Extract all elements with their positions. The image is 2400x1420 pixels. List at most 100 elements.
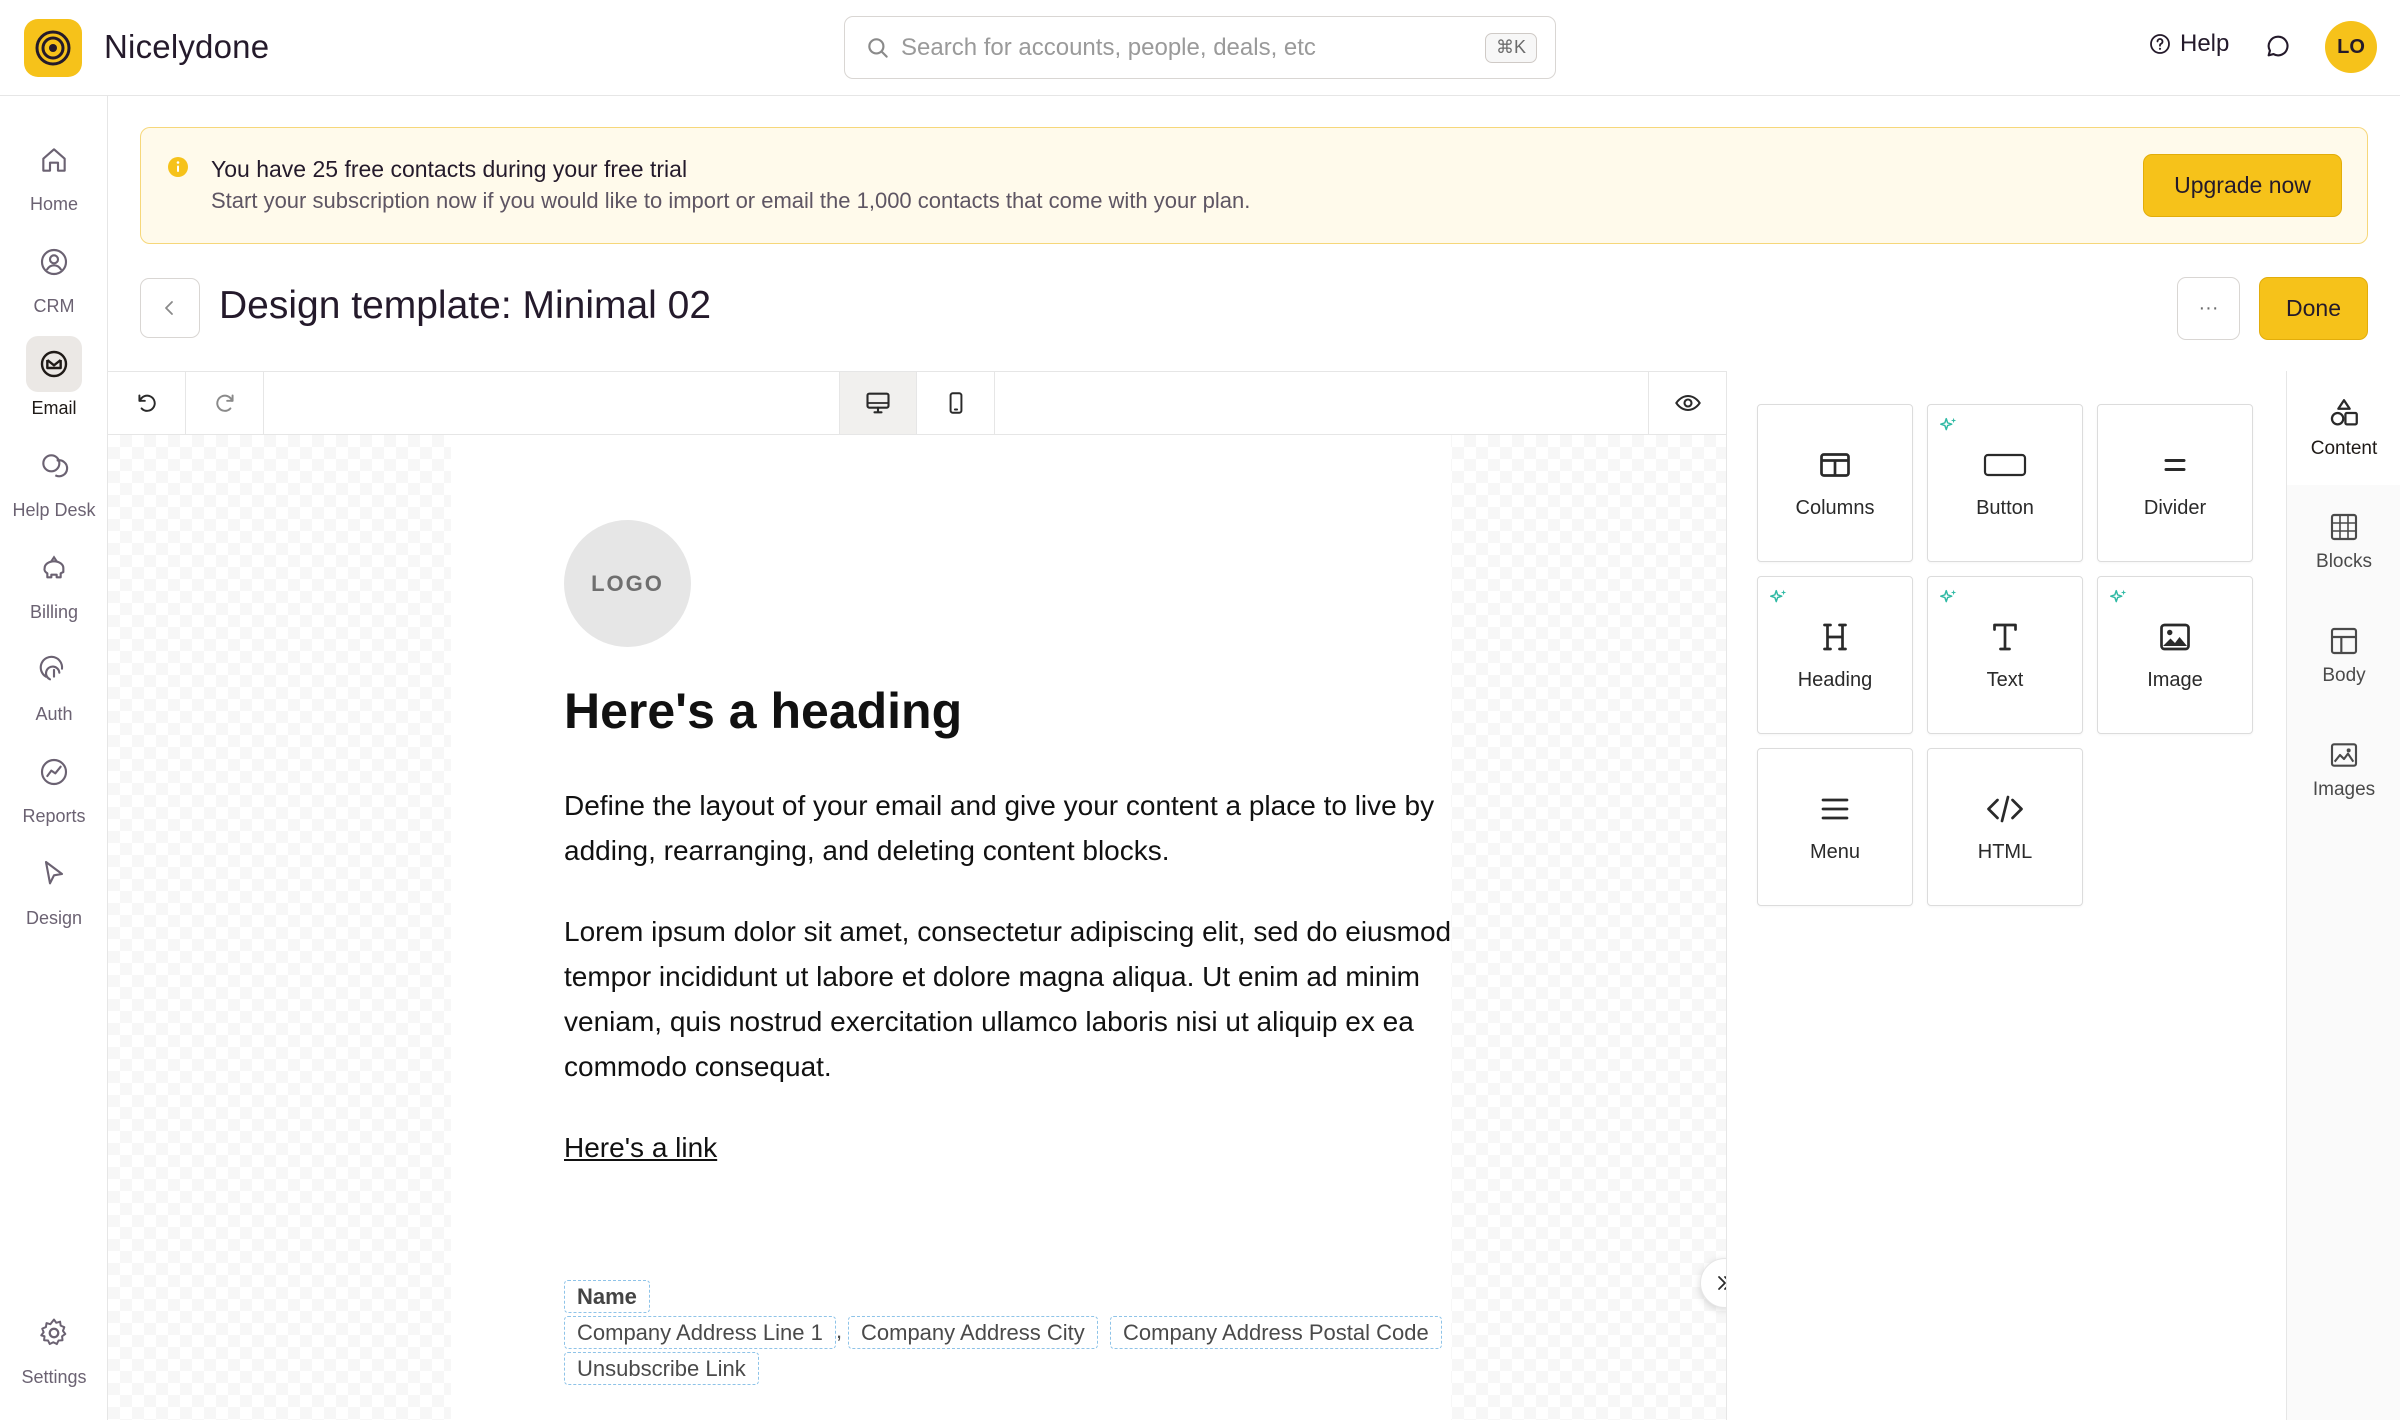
tab-label: Content [2310,438,2378,459]
piggy-bank-icon [43,555,65,579]
block-menu[interactable]: Menu [1757,748,1913,906]
nav-label: Settings [21,1367,87,1387]
button-icon [1983,453,2027,477]
email-icon [40,350,68,378]
block-divider[interactable]: Divider [2097,404,2253,562]
redo-icon [215,394,234,412]
done-button[interactable]: Done [2259,277,2368,340]
undo-icon [137,394,156,412]
brand-name: Nicelydone [104,28,270,65]
global-search[interactable]: ⌘K [844,16,1556,79]
redo-button[interactable] [186,372,264,434]
block-image[interactable]: Image [2097,576,2253,734]
email-heading[interactable]: Here's a heading [564,682,962,740]
nav-item-design[interactable]: Design [0,846,108,938]
search-icon [868,38,888,58]
user-avatar[interactable]: LO [2325,21,2377,73]
tab-content[interactable]: Content [2287,371,2400,485]
nav-item-reports[interactable]: Reports [0,744,108,836]
nav-item-email[interactable]: Email [0,336,108,428]
fingerprint-icon [39,655,64,681]
editor-toolbar [108,371,1726,435]
block-text[interactable]: Text [1927,576,2083,734]
nav-item-settings[interactable]: Settings [0,1305,108,1397]
home-icon [42,148,66,172]
banner-body: Start your subscription now if you would… [211,188,1251,213]
blocks-icon [2330,513,2358,541]
email-paragraph-2[interactable]: Lorem ipsum dolor sit amet, consectetur … [564,909,1504,1089]
nav-label: Billing [29,602,79,622]
nav-item-crm[interactable]: CRM [0,234,108,326]
gear-icon [40,1318,67,1346]
content-blocks-panel: Columns Button Divider Heading Text Imag… [1726,371,2286,1420]
merge-tag-address-city[interactable]: Company Address City [848,1316,1098,1349]
more-options-button[interactable]: ··· [2177,277,2240,340]
side-tabs: Content Blocks Body Images [2286,371,2400,1420]
nav-item-home[interactable]: Home [0,132,108,224]
more-options-label: ··· [2198,297,2219,319]
merge-tag-unsubscribe[interactable]: Unsubscribe Link [564,1352,759,1385]
trial-banner: You have 25 free contacts during your fr… [140,127,2368,244]
help-label: Help [2180,30,2230,57]
block-columns[interactable]: Columns [1757,404,1913,562]
tab-blocks[interactable]: Blocks [2287,485,2400,599]
nav-label: Home [29,194,78,214]
nav-item-auth[interactable]: Auth [0,642,108,734]
nav-item-billing[interactable]: Billing [0,540,108,632]
block-heading[interactable]: Heading [1757,576,1913,734]
block-label: Image [2147,669,2203,691]
ai-sparkle-icon [1770,589,1787,603]
top-bar: Nicelydone ⌘K Help LO [0,0,2400,96]
tab-label: Body [2322,665,2366,686]
block-label: HTML [1977,841,2033,863]
mobile-view-button[interactable] [917,372,995,434]
brand-logo[interactable] [24,19,82,77]
nav-label: CRM [33,296,75,316]
images-icon [2330,743,2358,767]
block-button[interactable]: Button [1927,404,2083,562]
brand-spiral-icon [35,30,71,66]
nav-label: Reports [22,806,86,826]
help-circle-icon [2150,34,2170,54]
block-html[interactable]: HTML [1927,748,2083,906]
cursor-icon [44,860,64,885]
email-logo-placeholder[interactable]: LOGO [564,520,691,647]
block-label: Divider [2143,497,2207,519]
divider-icon [2164,459,2186,471]
messages-button[interactable] [2264,32,2292,65]
chat-bubbles-icon [42,454,69,478]
search-shortcut-badge: ⌘K [1484,33,1537,63]
tab-images[interactable]: Images [2287,713,2400,827]
merge-tag-name[interactable]: Name [564,1280,650,1313]
person-circle-icon [40,248,68,276]
block-label: Columns [1795,497,1875,519]
nav-label: Email [31,398,77,418]
columns-icon [1820,453,1850,477]
info-icon [168,157,188,177]
block-label: Heading [1797,669,1873,691]
block-label: Text [1986,669,2024,691]
email-paragraph-1[interactable]: Define the layout of your email and give… [564,783,1504,873]
ai-sparkle-icon [2110,589,2127,603]
undo-button[interactable] [108,372,186,434]
email-link[interactable]: Here's a link [564,1132,717,1164]
merge-tag-postal-code[interactable]: Company Address Postal Code [1110,1316,1442,1349]
merge-tag-address-line1[interactable]: Company Address Line 1 [564,1316,836,1349]
address-separator: , [836,1318,843,1343]
preview-button[interactable] [1648,372,1726,434]
block-label: Button [1976,497,2034,519]
eye-icon [1674,394,1701,412]
chevron-left-icon [165,301,173,315]
ai-sparkle-icon [1940,589,1957,603]
help-button[interactable]: Help [2148,30,2229,58]
back-button[interactable] [140,278,200,338]
nav-item-help-desk[interactable]: Help Desk [0,438,108,530]
image-icon [2160,623,2190,651]
desktop-view-button[interactable] [839,372,917,434]
upgrade-now-button[interactable]: Upgrade now [2143,154,2342,217]
tab-body[interactable]: Body [2287,599,2400,713]
page-title: Design template: Minimal 02 [219,284,712,327]
nav-label: Help Desk [12,500,96,520]
ai-sparkle-icon [1940,417,1957,431]
search-input[interactable] [901,29,1461,67]
